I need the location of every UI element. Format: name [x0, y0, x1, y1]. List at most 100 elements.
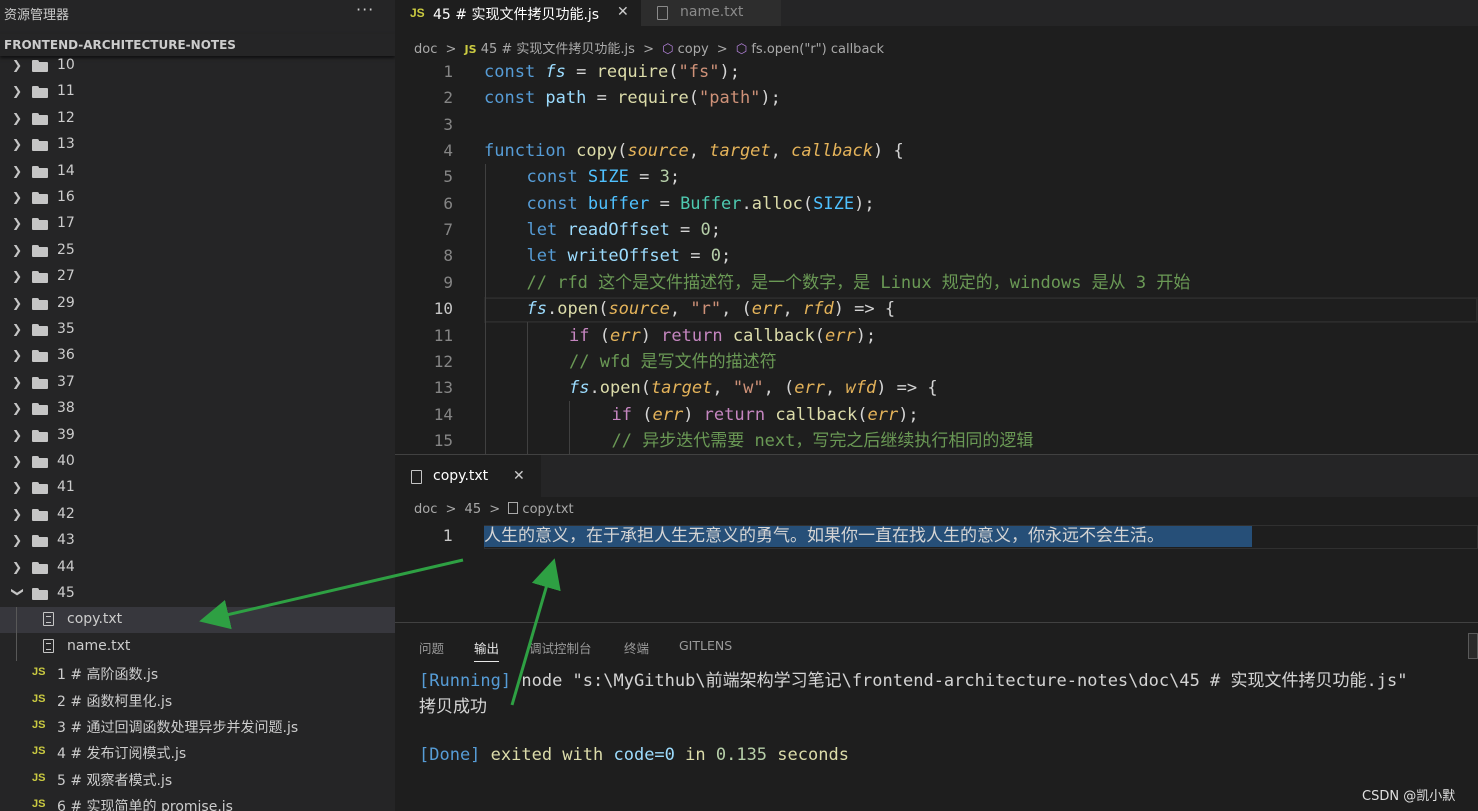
close-icon[interactable]: ✕	[513, 468, 525, 484]
code-token: SIZE	[587, 167, 629, 188]
chevron-right-icon: ❯	[12, 375, 23, 389]
panel-scrollbar-thumb[interactable]	[1468, 633, 1478, 659]
tab-copy-txt[interactable]: copy.txt ✕	[395, 455, 541, 497]
code-token: );	[760, 88, 781, 109]
tree-folder[interactable]: ❯ 39	[0, 423, 395, 449]
code-token: let	[526, 220, 568, 241]
folder-label: 11	[57, 83, 75, 99]
code-line: if (err) return callback(err);	[569, 323, 876, 349]
breadcrumb-item[interactable]: copy	[678, 42, 709, 57]
tree-folder[interactable]: ❯ 43	[0, 528, 395, 554]
code-token: );	[719, 62, 740, 82]
code-token: copy	[576, 141, 618, 162]
code-token: err	[824, 325, 856, 346]
breadcrumb-bottom: doc > 45 > copy.txt	[414, 502, 574, 517]
code-token: =	[586, 88, 618, 109]
file-icon	[657, 6, 668, 20]
breadcrumb-item[interactable]: fs.open("r") callback	[751, 42, 884, 57]
breadcrumb-item[interactable]: copy.txt	[522, 502, 573, 517]
file-icon	[508, 502, 519, 514]
code-token: ;	[669, 167, 681, 188]
tree-file[interactable]: JS 2 # 函数柯里化.js	[0, 687, 395, 713]
tree-file[interactable]: JS 1 # 高阶函数.js	[0, 660, 395, 686]
code-token: );	[898, 404, 919, 425]
tree-folder[interactable]: ❯ 37	[0, 370, 395, 396]
code-token: (	[688, 88, 699, 109]
tree-folder[interactable]: ❯ 25	[0, 238, 395, 264]
tree-folder[interactable]: ❯ 11	[0, 79, 395, 105]
file-content[interactable]: 人生的意义，在于承担人生无意义的勇气。如果你一直在找人生的意义，你永远不会生活。	[484, 526, 1252, 547]
tab-name-txt[interactable]: name.txt	[641, 0, 781, 26]
done-text: exited with	[480, 745, 614, 765]
code-token: readOffset	[567, 220, 670, 241]
tree-folder[interactable]: ❯ 42	[0, 502, 395, 528]
tree-folder[interactable]: ❯ 40	[0, 449, 395, 475]
js-file-icon: JS	[32, 745, 46, 757]
js-file-icon: JS	[32, 693, 46, 705]
chevron-down-icon: ❯	[11, 587, 25, 598]
code-token: "w"	[732, 378, 764, 399]
code-token: alloc	[751, 193, 803, 214]
tree-folder[interactable]: ❯ 41	[0, 475, 395, 501]
tab-problems[interactable]: 问题	[419, 638, 444, 657]
tree-folder[interactable]: ❯ 35	[0, 317, 395, 343]
tab-label: copy.txt	[433, 468, 489, 484]
file-label: 2 # 函数柯里化.js	[57, 694, 173, 710]
tree-folder[interactable]: ❯ 12	[0, 106, 395, 132]
code-token: , (	[763, 378, 795, 399]
tree-file[interactable]: JS 4 # 发布订阅模式.js	[0, 739, 395, 765]
output-result: 拷贝成功	[419, 697, 487, 717]
tree-folder[interactable]: ❯ 13	[0, 132, 395, 158]
code-token: target	[709, 141, 771, 162]
tab-terminal[interactable]: 终端	[624, 638, 649, 657]
code-token: , (	[721, 299, 752, 320]
tree-file[interactable]: JS 6 # 实现简单的 promise.js	[0, 792, 395, 811]
tree-folder[interactable]: ❯ 44	[0, 555, 395, 581]
tree-folder[interactable]: ❯ 16	[0, 185, 395, 211]
folder-icon	[32, 166, 48, 178]
line-number: 3	[443, 114, 453, 134]
tree-file[interactable]: JS 5 # 观察者模式.js	[0, 766, 395, 792]
tab-copy-js[interactable]: JS 45 # 实现文件拷贝功能.js ✕	[395, 0, 641, 26]
code-line: function copy(source, target, callback) …	[484, 138, 904, 164]
file-label: 4 # 发布订阅模式.js	[57, 746, 187, 762]
code-token: source	[627, 141, 689, 162]
line-number: 11	[433, 325, 453, 345]
line-number: 12	[433, 351, 453, 371]
tree-folder[interactable]: ❯ 10	[0, 53, 395, 79]
tree-folder[interactable]: ❯ 17	[0, 211, 395, 237]
tree-file[interactable]: copy.txt	[0, 607, 395, 633]
breadcrumb-item[interactable]: 45 # 实现文件拷贝功能.js	[481, 42, 635, 57]
js-file-icon: JS	[410, 6, 425, 20]
code-token: "path"	[699, 88, 761, 109]
code-token: return	[703, 404, 776, 425]
tree-folder[interactable]: ❯ 38	[0, 396, 395, 422]
breadcrumb-item[interactable]: doc	[414, 42, 437, 57]
breadcrumb-item[interactable]: 45	[465, 502, 482, 517]
tree-folder[interactable]: ❯ 29	[0, 291, 395, 317]
tree-folder-open[interactable]: ❯ 45	[0, 581, 395, 607]
code-line: if (err) return callback(err);	[612, 402, 919, 428]
close-icon[interactable]: ✕	[617, 4, 629, 20]
code-token: ,	[712, 378, 733, 399]
tree-file[interactable]: JS 3 # 通过回调函数处理异步并发问题.js	[0, 713, 395, 739]
tab-debug-console[interactable]: 调试控制台	[529, 638, 592, 657]
more-actions-icon[interactable]: ···	[356, 0, 374, 19]
code-token: =	[669, 220, 701, 241]
tree-folder[interactable]: ❯ 27	[0, 264, 395, 290]
tree-file[interactable]: name.txt	[0, 634, 395, 660]
code-token: (	[802, 193, 814, 214]
chevron-right-icon: ❯	[12, 296, 23, 310]
code-token: ,	[688, 141, 710, 162]
file-label: 3 # 通过回调函数处理异步并发问题.js	[57, 720, 299, 736]
code-token: ,	[782, 299, 803, 320]
tree-folder[interactable]: ❯ 14	[0, 159, 395, 185]
file-label: 5 # 观察者模式.js	[57, 773, 173, 789]
tab-gitlens[interactable]: GITLENS	[679, 638, 732, 653]
folder-icon	[32, 430, 48, 442]
folder-icon	[32, 192, 48, 204]
tab-output[interactable]: 输出	[474, 638, 500, 662]
code-token: if	[569, 325, 600, 346]
breadcrumb-item[interactable]: doc	[414, 502, 437, 517]
tree-folder[interactable]: ❯ 36	[0, 343, 395, 369]
